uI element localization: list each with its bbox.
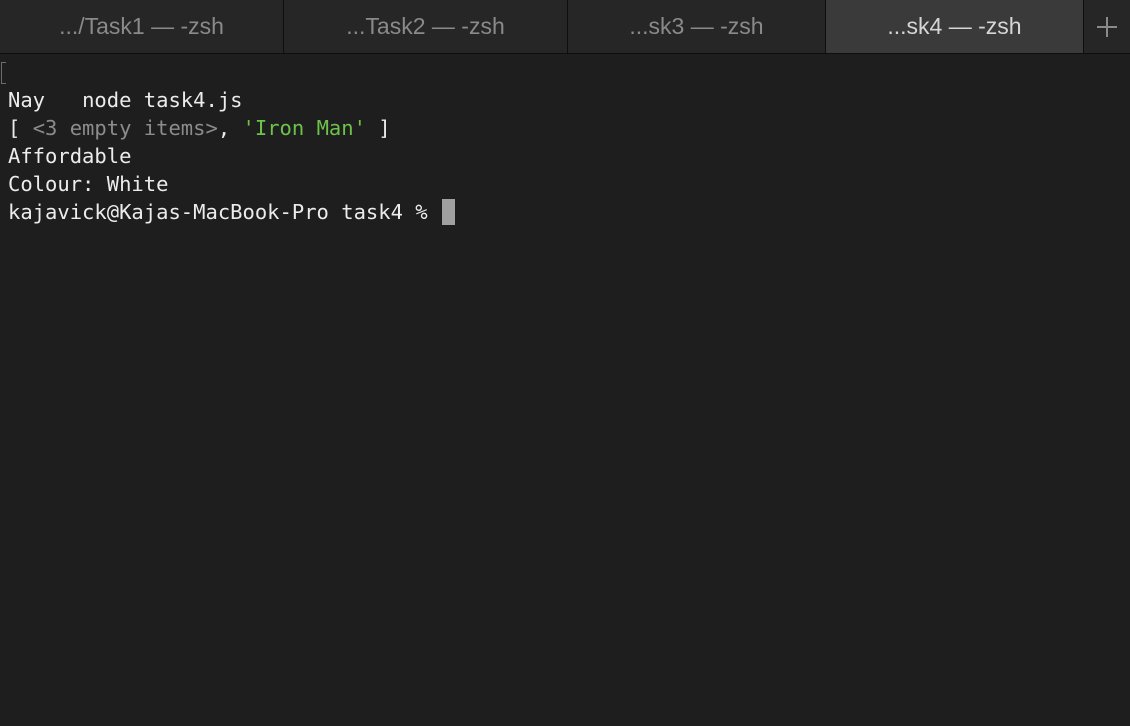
tab-bar: .../Task1 — -zsh ...Task2 — -zsh ...sk3 … <box>0 0 1130 54</box>
new-tab-button[interactable] <box>1084 0 1130 53</box>
output-line: Nay <box>8 86 45 114</box>
array-bracket-close: ] <box>365 116 391 140</box>
tab-label: .../Task1 — -zsh <box>59 13 224 39</box>
tab-label: ...sk4 — -zsh <box>887 13 1022 39</box>
output-text: Affordable <box>8 144 132 168</box>
tab-task1[interactable]: .../Task1 — -zsh <box>0 0 284 53</box>
command-line: node task4.js <box>1 58 243 112</box>
output-line: Affordable <box>8 142 131 170</box>
command-mark-icon <box>1 62 6 84</box>
shell-prompt: kajavick@Kajas-MacBook-Pro task4 % <box>8 200 440 224</box>
tab-task2[interactable]: ...Task2 — -zsh <box>284 0 568 53</box>
tab-label: ...Task2 — -zsh <box>346 13 505 39</box>
tab-task4-active[interactable]: ...sk4 — -zsh <box>826 0 1084 53</box>
output-text: Colour: White <box>8 172 169 196</box>
output-array-line: [ <3 empty items>, 'Iron Man' ] <box>8 114 391 142</box>
terminal-output-area[interactable]: node task4.js Nay [ <3 empty items>, 'Ir… <box>0 58 1130 726</box>
array-bracket-open: [ <box>8 116 33 140</box>
array-separator: , <box>217 116 243 140</box>
output-text: Nay <box>8 88 46 112</box>
prompt-line[interactable]: kajavick@Kajas-MacBook-Pro task4 % <box>8 198 455 226</box>
output-line: Colour: White <box>8 170 168 198</box>
tab-label: ...sk3 — -zsh <box>629 13 764 39</box>
array-string-value: 'Iron Man' <box>242 116 366 140</box>
terminal-window: .../Task1 — -zsh ...Task2 — -zsh ...sk3 … <box>0 0 1130 726</box>
text-cursor <box>441 199 455 225</box>
tab-task3[interactable]: ...sk3 — -zsh <box>568 0 826 53</box>
command-text: node task4.js <box>82 88 243 112</box>
array-empty-items: <3 empty items> <box>32 116 218 140</box>
plus-icon <box>1097 16 1117 37</box>
